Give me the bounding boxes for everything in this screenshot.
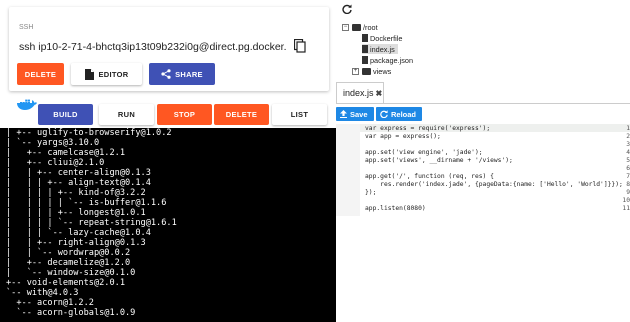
code-editor[interactable]: 1 2 3 4 5 6 7 8 9 10 11 var express = re… [336, 124, 630, 322]
code-line: }); [365, 189, 377, 196]
delete-session-label: DELETE [24, 69, 57, 79]
tree-item-label: Dockerfile [370, 33, 403, 43]
editor-label: EDITOR [98, 69, 129, 79]
code-line: res.render('index.jade', {pageData:{name… [365, 181, 623, 188]
save-button[interactable]: Save [336, 107, 374, 121]
line-number: 11 [622, 205, 630, 212]
file-icon [84, 68, 94, 80]
tab-index-js[interactable]: index.js ✖ [336, 82, 384, 103]
file-icon [362, 45, 368, 53]
delete-container-button[interactable]: DELETE [214, 104, 269, 125]
tree-item-dockerfile[interactable]: Dockerfile [362, 33, 402, 43]
delete-container-label: DELETE [225, 110, 258, 119]
folder-open-icon [352, 23, 361, 31]
terminal-line: `-- acorn-globals@1.0.9 [6, 308, 136, 318]
share-button[interactable]: SHARE [149, 63, 215, 85]
folder-icon [362, 67, 371, 75]
copy-icon[interactable] [294, 39, 306, 53]
tree-item-label: views [373, 66, 392, 76]
code-line: var app = express(); [365, 133, 441, 140]
code-line: app.set('view engine', 'jade'); [365, 149, 483, 156]
tree-item-label: index.js [370, 44, 395, 54]
build-label: BUILD [53, 110, 78, 119]
share-icon [161, 69, 171, 79]
line-number: 9 [626, 189, 630, 196]
line-number: 2 [626, 133, 630, 140]
editor-button[interactable]: EDITOR [71, 63, 142, 85]
file-tree: − /root Dockerfile index.js package.json… [342, 20, 542, 80]
line-number: 1 [626, 125, 630, 132]
line-number-gutter [336, 124, 360, 216]
build-button[interactable]: BUILD [38, 104, 93, 125]
line-number: 4 [626, 149, 630, 156]
tree-item-label: package.json [370, 55, 414, 65]
ssh-label: SSH [19, 24, 34, 31]
refresh-icon[interactable] [342, 4, 352, 14]
tab-divider [336, 103, 630, 104]
list-button[interactable]: LIST [272, 104, 327, 125]
reload-icon [380, 110, 388, 118]
docker-whale-icon [17, 99, 37, 110]
line-number: 7 [626, 173, 630, 180]
collapse-icon[interactable]: − [342, 23, 349, 31]
tree-item-package-json[interactable]: package.json [362, 55, 413, 65]
tree-item-views[interactable]: + views [352, 66, 391, 76]
file-icon [362, 34, 368, 42]
expand-icon[interactable]: + [352, 67, 359, 75]
tab-label: index.js [343, 88, 374, 98]
reload-button[interactable]: Reload [376, 107, 422, 121]
tree-item-index-js[interactable]: index.js [362, 44, 398, 54]
list-label: LIST [290, 110, 309, 119]
file-icon [362, 56, 368, 64]
line-number: 5 [626, 157, 630, 164]
upload-icon [340, 110, 347, 118]
code-line: app.listen(8080) [365, 205, 426, 212]
stop-label: STOP [173, 110, 196, 119]
code-line: app.set('views', __dirname + '/views'); [365, 157, 513, 164]
close-icon[interactable]: ✖ [376, 89, 383, 98]
line-number: 10 [622, 197, 630, 204]
code-line: var express = require('express'); [365, 125, 491, 132]
run-label: RUN [117, 110, 136, 119]
line-number: 6 [626, 165, 630, 172]
tree-root-label: /root [363, 22, 378, 32]
code-line: app.get('/', function (req, res) { [365, 173, 494, 180]
terminal[interactable]: | +-- uglify-to-browserify@1.0.2 | `-- y… [0, 128, 336, 322]
ssh-card: SSH ssh ip10-2-71-4-bhctq3ip13t09b232i0g… [9, 7, 329, 91]
ssh-command[interactable]: ssh ip10-2-71-4-bhctq3ip13t09b232i0g@dir… [19, 41, 287, 53]
tree-root[interactable]: − /root [342, 22, 378, 32]
line-number: 3 [626, 141, 630, 148]
save-label: Save [350, 109, 368, 119]
stop-button[interactable]: STOP [157, 104, 212, 125]
docker-action-bar: BUILD RUN STOP DELETE LIST [9, 97, 329, 125]
share-label: SHARE [175, 69, 203, 79]
reload-label: Reload [391, 109, 417, 119]
run-button[interactable]: RUN [99, 104, 154, 125]
delete-session-button[interactable]: DELETE [17, 63, 64, 85]
